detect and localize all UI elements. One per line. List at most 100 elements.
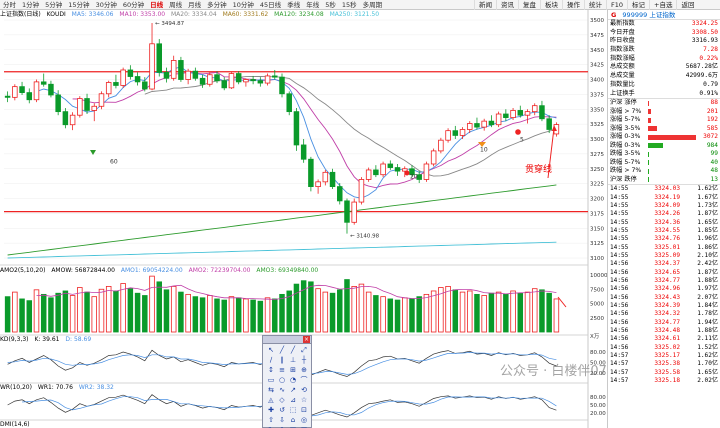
candle-body [308,158,314,187]
breadth-bar [648,109,696,115]
period-tab[interactable]: 60分钟 [120,0,147,9]
draw-tool-icon[interactable]: ⇩ [277,416,287,425]
candle-body [12,86,18,98]
period-tab[interactable]: 月线 [185,0,204,9]
draw-tool-icon[interactable]: ⇆ [266,386,276,395]
amo2-value: AMO2: 72239704.00 [188,267,251,274]
function-tab[interactable]: 资讯 [496,0,518,10]
draw-tool-icon[interactable]: ☆ [299,396,309,405]
draw-tool-icon[interactable]: ▭ [266,376,276,385]
volume-bar [329,292,336,333]
function-tab[interactable]: F10 [606,0,627,10]
quote-flag: G [611,11,617,19]
draw-tool-icon[interactable]: ⊿ [288,396,298,405]
draw-tool-icon[interactable]: ⌂ [288,416,298,425]
tick-list[interactable]: 14:55 3324.03 1.62亿 14:55 3324.19 1.67亿 14:55 3… [608,184,720,385]
candle-body [250,79,256,82]
candle-body [134,76,141,83]
draw-tool-icon[interactable]: ⤢ [299,346,309,355]
draw-tool-icon[interactable]: ∿ [277,386,287,395]
period-tab[interactable]: 45日线 [257,0,284,9]
volume-bar [33,289,40,333]
period-tab[interactable]: 15秒 [339,0,360,9]
tick-row: 14:55 3324.76 1.96亿 [608,235,720,243]
period-tab[interactable]: 10分钟 [230,0,257,9]
period-tab[interactable]: 30分钟 [93,0,120,9]
draw-tool-icon[interactable]: ⇧ [266,416,276,425]
draw-tool-icon[interactable]: ╱ [288,346,298,355]
quote-header: G 999999 上证指数 [608,10,720,20]
draw-tool-icon[interactable]: ⌒ [299,376,309,385]
period-tab[interactable]: 15分钟 [65,0,92,9]
period-tab[interactable]: 多周期 [360,0,386,9]
candle-body [344,200,350,223]
tick-volume: 1.78亿 [697,310,718,318]
breadth-count: 99 [710,150,718,158]
draw-tool-icon[interactable]: ↕ [266,366,276,375]
draw-tool-icon[interactable]: ↺ [277,406,287,415]
volume-bar [322,291,329,333]
close-icon[interactable]: × [303,336,310,343]
period-tab[interactable]: 5分钟 [42,0,65,9]
function-tab[interactable]: 统计 [584,0,606,10]
draw-tool-icon[interactable]: ◎ [299,416,309,425]
period-tab[interactable]: 分时 [0,0,19,9]
draw-tool-icon[interactable]: ⊡ [299,406,309,415]
function-tab[interactable]: 板块 [540,0,562,10]
breadth-bar-fill [648,143,664,149]
candle-body [199,77,206,85]
drawing-tool-palette[interactable]: × ↖╱╱⤢∕∥⊥┼↕≡⊞⊕▭○◔⌒⇆∿↗⟲◬◇⊿☆✚↺⬚⊡⇧⇩⌂◎✎A▤▦ [262,335,312,428]
volume-bar [510,290,516,333]
tick-row: 14:57 3325.38 1.70亿 [608,360,720,368]
index-name: 上证指数(日线) [0,11,41,18]
function-tab[interactable]: 返回 [676,0,698,10]
function-tab[interactable]: 复盘 [518,0,540,10]
volume-bar [373,295,379,333]
tick-price: 3324.76 [654,235,680,243]
period-tab[interactable]: 5秒 [322,0,339,9]
function-tab[interactable]: 标记 [627,0,649,10]
draw-tool-icon[interactable]: ≡ [277,366,287,375]
draw-tool-icon[interactable]: ○ [277,376,287,385]
period-tab[interactable]: 季线 [284,0,303,9]
period-tab[interactable]: 1分钟 [19,0,42,9]
y-tick-label: 3400 [590,78,604,84]
draw-tool-icon[interactable]: ∥ [277,356,287,365]
tick-time: 14:56 [610,343,629,351]
tick-price: 3325.38 [654,360,680,368]
palette-titlebar[interactable]: × [263,336,311,344]
draw-tool-icon[interactable]: ⊕ [299,366,309,375]
period-tab[interactable]: 多分钟 [204,0,230,9]
period-tab[interactable]: 年线 [303,0,322,9]
tick-row: 14:55 3324.09 1.73亿 [608,202,720,210]
breadth-count: 585 [706,124,718,132]
draw-tool-icon[interactable]: ◬ [266,396,276,405]
period-tab[interactable]: 日线 [147,0,166,9]
draw-tool-icon[interactable]: ⟲ [299,386,309,395]
candle-body [221,80,227,89]
draw-tool-icon[interactable]: ╱ [277,346,287,355]
function-tab[interactable]: 新闻 [474,0,496,10]
tick-volume: 1.52亿 [697,343,718,351]
period-tab[interactable]: 周线 [166,0,185,9]
draw-tool-icon[interactable]: ↗ [288,386,298,395]
volume-bar [539,289,545,333]
quote-row: 指数涨跌 7.28 [608,46,720,55]
quote-value: 5687.28亿 [685,63,718,71]
draw-tool-icon[interactable]: ∕ [266,356,276,365]
draw-tool-icon[interactable]: ↖ [266,346,276,355]
kdj-info: KD(9,3,3) K: 39.61 D: 58.69 [0,335,95,344]
tick-volume: 1.94亿 [697,318,718,326]
draw-tool-icon[interactable]: ✚ [266,406,276,415]
dmi-title: DMI(14,6) [0,421,30,428]
draw-tool-icon[interactable]: ⬚ [288,406,298,415]
function-tab[interactable]: +自选 [649,0,676,10]
draw-tool-icon[interactable]: ◔ [288,376,298,385]
tick-volume: 1.96亿 [697,235,718,243]
draw-tool-icon[interactable]: ◇ [277,396,287,405]
function-tab[interactable]: 操作 [562,0,584,10]
draw-tool-icon[interactable]: ┼ [299,356,309,365]
draw-tool-icon[interactable]: ⊞ [288,366,298,375]
draw-tool-icon[interactable]: ⊥ [288,356,298,365]
tick-price: 3324.61 [654,335,680,343]
